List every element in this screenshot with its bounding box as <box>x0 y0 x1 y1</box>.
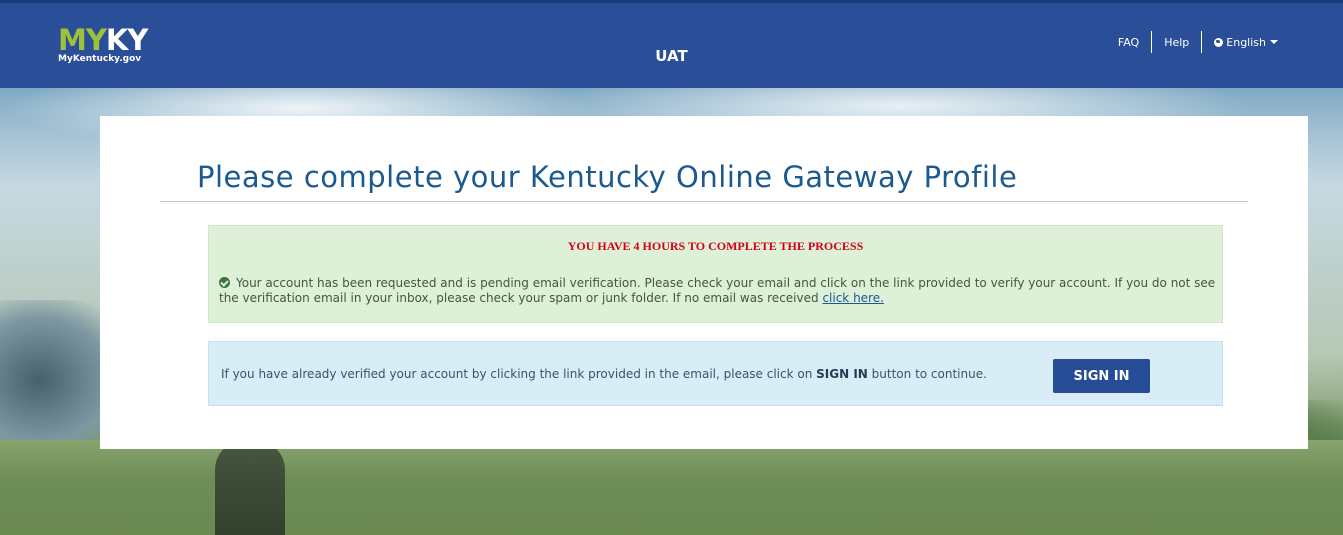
globe-icon <box>1214 37 1224 47</box>
nav-divider <box>1151 31 1153 53</box>
language-label: English <box>1226 35 1266 49</box>
top-nav: FAQ Help English <box>1118 31 1278 53</box>
instruction-text-end: button to continue. <box>871 367 987 381</box>
success-alert: YOU HAVE 4 HOURS TO COMPLETE THE PROCESS… <box>208 225 1223 323</box>
page-title: Please complete your Kentucky Online Gat… <box>197 160 1018 194</box>
instruction-text: If you have already verified your accoun… <box>221 367 813 381</box>
nav-divider <box>1201 31 1203 53</box>
countdown-warning: YOU HAVE 4 HOURS TO COMPLETE THE PROCESS <box>567 239 864 253</box>
title-divider <box>160 201 1248 202</box>
language-dropdown[interactable]: English <box>1214 36 1278 49</box>
site-header: MYKY MyKentucky.gov UAT FAQ Help English <box>0 0 1343 88</box>
background-tree <box>215 440 285 535</box>
faq-link[interactable]: FAQ <box>1118 36 1139 49</box>
verification-message: Your account has been requested and is p… <box>219 276 1219 306</box>
sign-in-button[interactable]: SIGN IN <box>1053 359 1150 393</box>
sign-in-instruction: If you have already verified your accoun… <box>221 367 987 381</box>
caret-down-icon <box>1270 39 1278 44</box>
resend-email-link[interactable]: click here. <box>822 291 883 305</box>
help-link[interactable]: Help <box>1164 36 1189 49</box>
page: MYKY MyKentucky.gov UAT FAQ Help English… <box>0 0 1343 535</box>
profile-card: Please complete your Kentucky Online Gat… <box>100 116 1308 449</box>
check-circle-icon <box>219 277 230 288</box>
background-field <box>0 440 1343 535</box>
instruction-bold: SIGN IN <box>816 367 868 381</box>
verification-message-text: Your account has been requested and is p… <box>219 276 1216 305</box>
info-alert: If you have already verified your accoun… <box>208 341 1223 406</box>
